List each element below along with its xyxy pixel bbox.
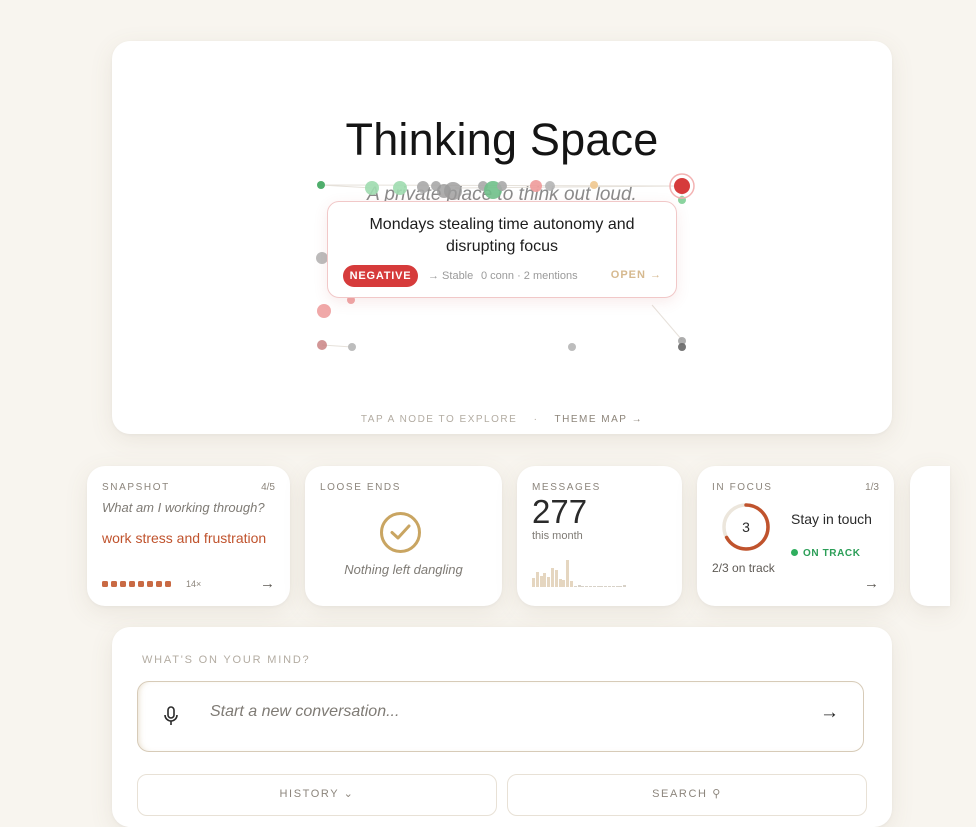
send-arrow-icon[interactable]: → — [820, 702, 839, 724]
message-bar — [592, 586, 596, 587]
loose-ends-tile[interactable]: LOOSE ENDS Nothing left dangling — [305, 466, 502, 606]
message-bar — [589, 586, 592, 587]
mention-dot — [129, 581, 135, 587]
message-bar — [585, 586, 589, 587]
theme-node[interactable] — [317, 181, 325, 189]
theme-node[interactable] — [678, 196, 686, 204]
theme-node[interactable] — [678, 343, 686, 351]
message-bar — [604, 586, 608, 587]
theme-node[interactable] — [497, 181, 507, 191]
microphone-icon[interactable] — [163, 706, 179, 731]
page-title: Thinking Space — [345, 114, 659, 165]
mention-dots — [102, 581, 171, 589]
message-bar — [573, 586, 577, 587]
loose-ends-label: LOOSE ENDS — [320, 482, 402, 493]
loose-ends-text: Nothing left dangling — [344, 562, 463, 577]
message-bar — [558, 579, 562, 587]
snapshot-topic: work stress and frustration — [102, 530, 267, 546]
status-text: ON TRACK — [803, 548, 861, 559]
message-bar — [581, 586, 585, 587]
selected-theme-node[interactable] — [674, 178, 690, 194]
mention-dot — [120, 581, 126, 587]
messages-period: this month — [532, 530, 583, 542]
messages-tile[interactable]: MESSAGES 277 this month — [517, 466, 682, 606]
conversation-input[interactable] — [208, 702, 772, 722]
graph-hint: TAP A NODE TO EXPLORE · THEME MAP → — [112, 414, 892, 425]
messages-sparkline — [532, 560, 627, 587]
mention-dot — [138, 581, 144, 587]
snapshot-tile[interactable]: SNAPSHOT 4/5 What am I working through? … — [87, 466, 290, 606]
history-button[interactable]: HISTORY ⌄ — [137, 774, 497, 816]
hint-separator: · — [533, 414, 539, 425]
mention-dot — [165, 581, 171, 587]
mention-dot — [111, 581, 117, 587]
theme-title: Mondays stealing time autonomy and disru… — [369, 216, 635, 255]
focus-progress-text: 2/3 on track — [712, 561, 775, 575]
focus-label: IN FOCUS — [712, 482, 773, 493]
message-bar — [577, 585, 581, 587]
theme-node[interactable] — [365, 181, 379, 195]
sentiment-badge: NEGATIVE — [343, 265, 418, 287]
message-bar — [532, 578, 535, 587]
arrow-right-icon[interactable]: → — [864, 575, 879, 592]
mention-dot — [147, 581, 153, 587]
theme-node[interactable] — [530, 180, 542, 192]
conversation-box[interactable]: → — [137, 681, 864, 752]
theme-node[interactable] — [417, 181, 429, 193]
focus-count: 1/3 — [865, 482, 879, 493]
theme-meta: 0 conn · 2 mentions — [481, 270, 578, 282]
theme-node[interactable] — [568, 343, 576, 351]
message-bar — [539, 576, 543, 587]
search-button[interactable]: SEARCH ⚲ — [507, 774, 867, 816]
message-bar — [615, 586, 619, 587]
theme-popup: Mondays stealing time autonomy and disru… — [327, 201, 677, 298]
message-bar — [611, 586, 615, 587]
tap-hint: TAP A NODE TO EXPLORE — [360, 414, 518, 425]
message-bar — [547, 577, 551, 587]
messages-label: MESSAGES — [532, 482, 601, 493]
status-dot — [791, 549, 798, 556]
arrow-right-icon[interactable]: → — [260, 575, 275, 592]
open-theme-button[interactable]: OPEN → — [611, 269, 662, 281]
message-bar — [566, 560, 570, 587]
theme-map-link[interactable]: THEME MAP → — [555, 414, 644, 425]
mention-dot — [102, 581, 108, 587]
snapshot-count: 4/5 — [261, 482, 275, 493]
snapshot-label: SNAPSHOT — [102, 482, 170, 493]
message-bar — [554, 570, 558, 587]
check-circle-icon — [380, 512, 421, 553]
message-bar — [570, 581, 573, 587]
mention-count: 14× — [186, 579, 202, 589]
theme-node[interactable] — [348, 343, 356, 351]
theme-node[interactable] — [444, 182, 462, 200]
message-bar — [623, 585, 627, 587]
next-tile-partial[interactable] — [910, 466, 950, 606]
focus-ring-number: 3 — [742, 519, 750, 535]
theme-node[interactable] — [393, 181, 407, 195]
composer-label: WHAT'S ON YOUR MIND? — [142, 654, 311, 666]
theme-node[interactable] — [317, 304, 331, 318]
theme-node[interactable] — [317, 340, 327, 350]
theme-node[interactable] — [545, 181, 555, 191]
message-bar — [619, 586, 623, 587]
trend-label: → Stable — [428, 270, 474, 282]
composer-card: WHAT'S ON YOUR MIND? → HISTORY ⌄ SEARCH … — [112, 627, 892, 827]
mention-dot — [156, 581, 162, 587]
message-bar — [608, 586, 611, 587]
message-bar — [562, 580, 566, 587]
message-bar — [596, 586, 600, 587]
message-bar — [543, 573, 547, 587]
messages-count: 277 — [532, 493, 588, 530]
focus-goal: Stay in touch — [791, 511, 872, 527]
focus-tile[interactable]: IN FOCUS 1/3 3 Stay in touch ON TRACK 2/… — [697, 466, 894, 606]
message-bar — [535, 572, 539, 587]
snapshot-question: What am I working through? — [102, 500, 265, 515]
message-bar — [551, 568, 554, 587]
status-badge: ON TRACK — [791, 548, 861, 559]
theme-node[interactable] — [590, 181, 598, 189]
message-bar — [600, 586, 604, 587]
